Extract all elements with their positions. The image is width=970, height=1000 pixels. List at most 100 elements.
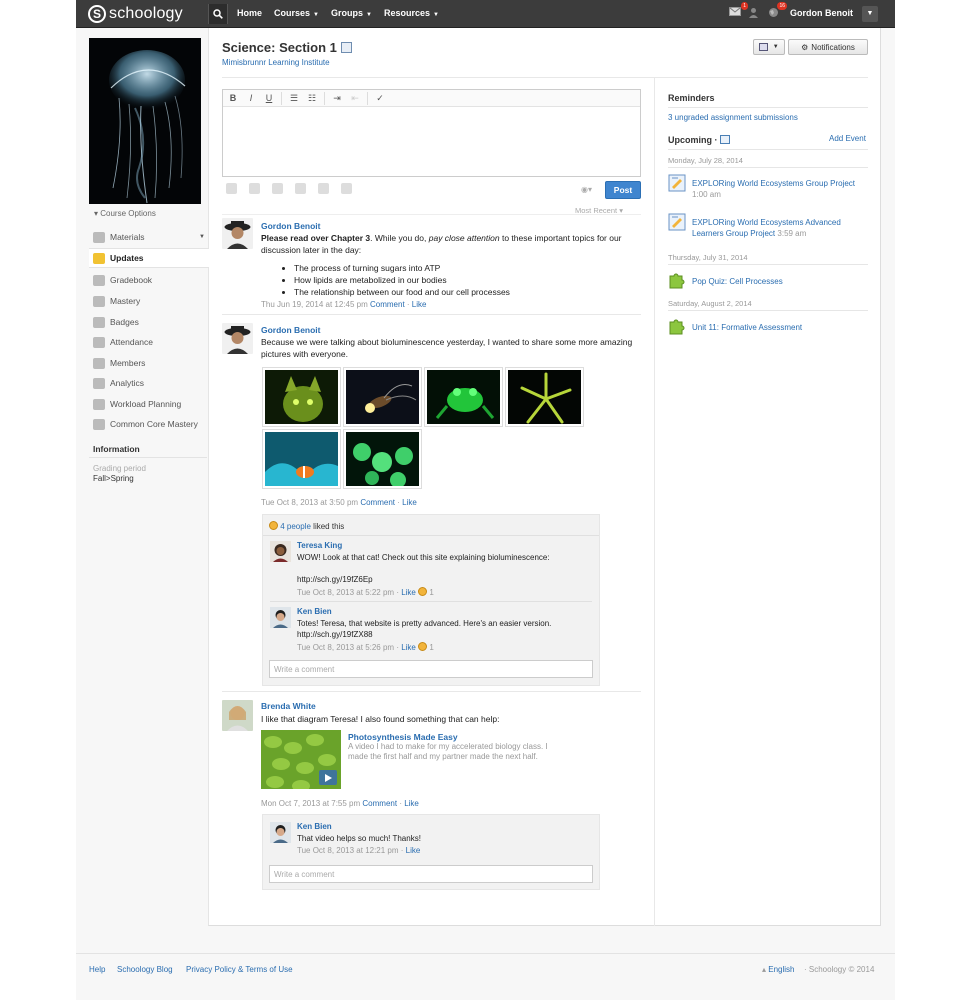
nav-courses[interactable]: Courses ▼ bbox=[274, 8, 319, 18]
grid-icon[interactable] bbox=[318, 183, 329, 194]
post-meta: Tue Oct 8, 2013 at 3:50 pm Comment · Lik… bbox=[261, 498, 417, 507]
post-author[interactable]: Gordon Benoit bbox=[261, 221, 321, 231]
sidebar-item-common-core-mastery[interactable]: Common Core Mastery bbox=[89, 414, 209, 434]
editor-textarea[interactable] bbox=[223, 107, 640, 177]
link-attach-icon[interactable] bbox=[249, 183, 260, 194]
course-options-menu[interactable]: ▾ Course Options bbox=[94, 209, 156, 218]
bullet-list-icon[interactable]: ☰ bbox=[288, 93, 300, 104]
ungraded-submissions-link[interactable]: 3 ungraded assignment submissions bbox=[668, 113, 798, 122]
footer-language[interactable]: ▴ English bbox=[762, 965, 795, 974]
divider bbox=[222, 77, 868, 78]
image-thumbnail-algae[interactable] bbox=[344, 430, 421, 488]
copy-icon[interactable] bbox=[341, 183, 352, 194]
outdent-icon[interactable]: ⇤ bbox=[349, 93, 361, 104]
comment-link-url[interactable]: http://sch.gy/19fZ6Ep bbox=[297, 574, 373, 585]
nav-home[interactable]: Home bbox=[237, 8, 262, 18]
requests-button[interactable] bbox=[748, 7, 762, 19]
liked-people-link[interactable]: 4 people bbox=[280, 522, 311, 531]
sidebar-item-analytics[interactable]: Analytics bbox=[89, 373, 209, 393]
footer-privacy-link[interactable]: Privacy Policy & Terms of Use bbox=[186, 965, 293, 974]
upcoming-event[interactable]: EXPLORing World Ecosystems Advanced Lear… bbox=[692, 217, 870, 239]
write-comment-input[interactable]: Write a comment bbox=[269, 865, 593, 883]
avatar[interactable] bbox=[270, 541, 291, 562]
glowing-starfish-image bbox=[508, 370, 581, 424]
schoology-logo[interactable]: S schoology bbox=[88, 4, 183, 24]
sidebar-item-workload-planning[interactable]: Workload Planning bbox=[89, 394, 209, 414]
sidebar-item-attendance[interactable]: Attendance bbox=[89, 332, 209, 352]
avatar[interactable] bbox=[270, 822, 291, 843]
firefly-image bbox=[346, 370, 419, 424]
visibility-toggle-icon[interactable]: ◉▾ bbox=[581, 185, 592, 194]
smiley-icon bbox=[418, 587, 428, 596]
resource-attach-icon[interactable] bbox=[272, 183, 283, 194]
post-meta: Mon Oct 7, 2013 at 7:55 pm Comment · Lik… bbox=[261, 799, 419, 808]
sidebar-item-label: Attendance bbox=[110, 337, 154, 347]
comment-author[interactable]: Ken Bien bbox=[297, 822, 332, 831]
like-link[interactable]: Like bbox=[401, 643, 416, 652]
leaf-cells-image bbox=[261, 730, 341, 789]
numbered-list-icon[interactable]: ☷ bbox=[306, 93, 318, 104]
sidebar-item-updates[interactable]: Updates bbox=[89, 248, 209, 268]
user-name[interactable]: Gordon Benoit bbox=[790, 8, 853, 18]
school-link[interactable]: Mimisbrunnr Learning Institute bbox=[222, 58, 330, 67]
sidebar-item-materials[interactable]: Materials ▼ bbox=[89, 227, 209, 247]
view-toggle-button[interactable]: ▼ bbox=[753, 39, 785, 55]
nav-groups[interactable]: Groups ▼ bbox=[331, 8, 372, 18]
post-button[interactable]: Post bbox=[605, 181, 641, 199]
avatar[interactable] bbox=[270, 607, 291, 628]
indent-icon[interactable]: ⇥ bbox=[331, 93, 343, 104]
like-link[interactable]: Like bbox=[404, 799, 419, 808]
italic-button[interactable]: I bbox=[245, 93, 257, 103]
comment-author[interactable]: Teresa King bbox=[297, 541, 342, 550]
comment-meta: Tue Oct 8, 2013 at 12:21 pm · Like bbox=[297, 846, 421, 855]
image-thumbnail-cat[interactable] bbox=[263, 368, 340, 426]
image-thumbnail-starfish[interactable] bbox=[506, 368, 583, 426]
sidebar-item-mastery[interactable]: Mastery bbox=[89, 291, 209, 311]
comment-link-url[interactable]: http://sch.gy/19fZX88 bbox=[297, 629, 373, 640]
calendar-icon[interactable] bbox=[720, 135, 730, 144]
sidebar-item-members[interactable]: Members bbox=[89, 353, 209, 373]
upcoming-event[interactable]: Pop Quiz: Cell Processes bbox=[692, 276, 870, 287]
like-link[interactable]: Like bbox=[401, 588, 416, 597]
format-icon[interactable]: ✓ bbox=[374, 93, 386, 104]
write-comment-input[interactable]: Write a comment bbox=[269, 660, 593, 678]
nav-resources[interactable]: Resources ▼ bbox=[384, 8, 439, 18]
file-attach-icon[interactable] bbox=[226, 183, 237, 194]
post-editor[interactable]: B I U ☰ ☷ ⇥ ⇤ ✓ bbox=[222, 89, 641, 177]
notifications-settings-button[interactable]: ⚙ Notifications bbox=[788, 39, 868, 55]
sidebar-item-badges[interactable]: Badges bbox=[89, 312, 209, 332]
like-link[interactable]: Like bbox=[412, 300, 427, 309]
like-link[interactable]: Like bbox=[406, 846, 421, 855]
comment-link[interactable]: Comment bbox=[360, 498, 395, 507]
image-thumbnail-frog[interactable] bbox=[425, 368, 502, 426]
comment-link[interactable]: Comment bbox=[362, 799, 397, 808]
image-thumbnail-clownfish[interactable] bbox=[263, 430, 340, 488]
user-menu-button[interactable]: ▼ bbox=[862, 6, 878, 22]
post-bullet-list: The process of turning sugars into ATP H… bbox=[284, 262, 510, 298]
avatar[interactable] bbox=[222, 323, 253, 354]
avatar[interactable] bbox=[222, 700, 253, 731]
notifications-button[interactable]: 16 bbox=[768, 2, 787, 19]
divider bbox=[324, 91, 325, 105]
comment-author[interactable]: Ken Bien bbox=[297, 607, 332, 616]
pin-icon[interactable] bbox=[295, 183, 306, 194]
bold-button[interactable]: B bbox=[227, 93, 239, 103]
footer-blog-link[interactable]: Schoology Blog bbox=[117, 965, 173, 974]
video-thumbnail[interactable] bbox=[261, 730, 341, 789]
like-link[interactable]: Like bbox=[402, 498, 417, 507]
messages-button[interactable]: 1 bbox=[729, 2, 748, 19]
footer-help-link[interactable]: Help bbox=[89, 965, 105, 974]
upcoming-event[interactable]: EXPLORing World Ecosystems Group Project… bbox=[692, 178, 870, 200]
upcoming-event[interactable]: Unit 11: Formative Assessment bbox=[692, 322, 870, 333]
add-event-link[interactable]: Add Event bbox=[829, 134, 866, 143]
avatar[interactable] bbox=[222, 218, 253, 249]
sidebar-item-gradebook[interactable]: Gradebook bbox=[89, 270, 209, 290]
comment-link[interactable]: Comment bbox=[370, 300, 405, 309]
post-author[interactable]: Gordon Benoit bbox=[261, 325, 321, 335]
upcoming-date: Saturday, August 2, 2014 bbox=[668, 299, 752, 308]
post-author[interactable]: Brenda White bbox=[261, 701, 316, 711]
image-thumbnail-firefly[interactable] bbox=[344, 368, 421, 426]
underline-button[interactable]: U bbox=[263, 93, 275, 103]
search-button[interactable] bbox=[208, 4, 228, 24]
divider bbox=[263, 535, 599, 536]
